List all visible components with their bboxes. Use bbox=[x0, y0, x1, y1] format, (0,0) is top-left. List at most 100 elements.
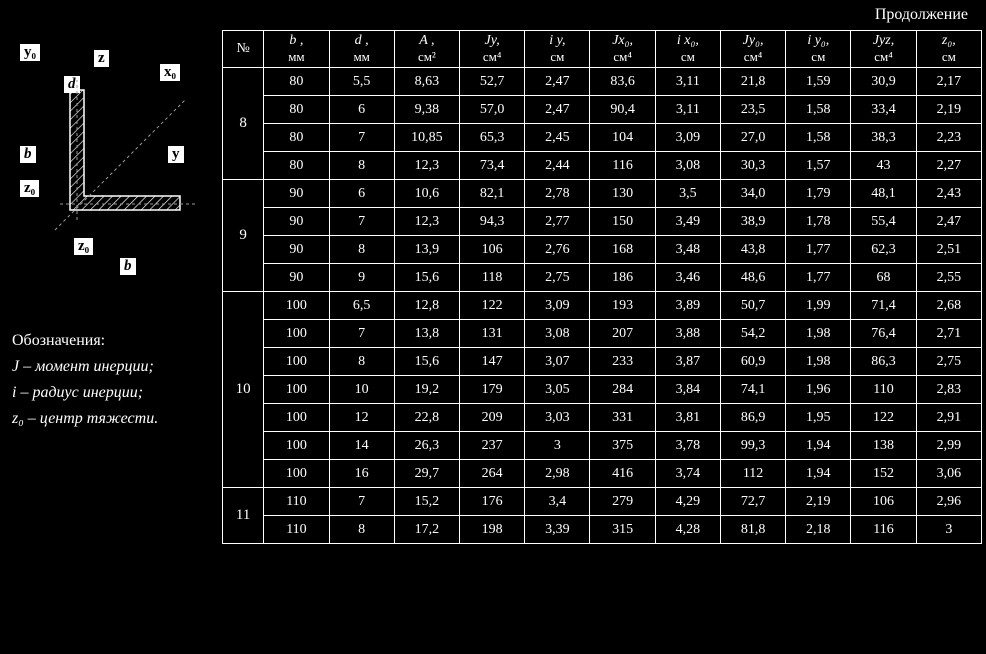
cell-A: 9,38 bbox=[394, 96, 459, 124]
label-z0-left: z₀ bbox=[20, 180, 39, 197]
cell-z0: 2,96 bbox=[916, 488, 981, 516]
cell-Jy0: 27,0 bbox=[720, 124, 785, 152]
cell-b: 100 bbox=[264, 432, 329, 460]
cell-Jyz: 71,4 bbox=[851, 292, 916, 320]
label-z0-bottom: z₀ bbox=[74, 238, 93, 255]
cell-ix0: 3,11 bbox=[655, 96, 720, 124]
cell-z0: 2,75 bbox=[916, 348, 981, 376]
cell-b: 100 bbox=[264, 460, 329, 488]
cell-b: 100 bbox=[264, 404, 329, 432]
cell-d: 6,5 bbox=[329, 292, 394, 320]
cell-Jx0: 233 bbox=[590, 348, 655, 376]
cell-z0: 2,47 bbox=[916, 208, 981, 236]
table-row: 1001222,82093,033313,8186,91,951222,91 bbox=[223, 404, 982, 432]
cell-iy: 2,77 bbox=[525, 208, 590, 236]
cell-Jx0: 90,4 bbox=[590, 96, 655, 124]
cell-iy0: 1,94 bbox=[786, 460, 851, 488]
cell-b: 110 bbox=[264, 488, 329, 516]
table-row: 1001019,21793,052843,8474,11,961102,83 bbox=[223, 376, 982, 404]
cell-d: 6 bbox=[329, 96, 394, 124]
table-row: 80710,8565,32,451043,0927,01,5838,32,23 bbox=[223, 124, 982, 152]
angle-profile-icon bbox=[50, 80, 200, 240]
cell-z0: 3,06 bbox=[916, 460, 981, 488]
notes-line-1: J – момент инерции; bbox=[12, 358, 158, 376]
cell-b: 110 bbox=[264, 516, 329, 544]
cell-Jy: 122 bbox=[460, 292, 525, 320]
cell-z0: 2,43 bbox=[916, 180, 981, 208]
cell-Jy0: 34,0 bbox=[720, 180, 785, 208]
th-ix0: i x₀,см bbox=[655, 31, 720, 68]
th-Jyz: Jyz,см⁴ bbox=[851, 31, 916, 68]
cell-iy0: 1,78 bbox=[786, 208, 851, 236]
cell-z0: 2,91 bbox=[916, 404, 981, 432]
cell-A: 26,3 bbox=[394, 432, 459, 460]
th-Jy: Jy,см⁴ bbox=[460, 31, 525, 68]
label-b-bottom: b bbox=[120, 258, 136, 275]
table-row: 110817,21983,393154,2881,82,181163 bbox=[223, 516, 982, 544]
cell-A: 15,2 bbox=[394, 488, 459, 516]
cell-iy0: 1,58 bbox=[786, 96, 851, 124]
cell-z0: 2,51 bbox=[916, 236, 981, 264]
table-row: 90712,394,32,771503,4938,91,7855,42,47 bbox=[223, 208, 982, 236]
cell-Jx0: 104 bbox=[590, 124, 655, 152]
cell-ix0: 3,87 bbox=[655, 348, 720, 376]
cell-iy0: 2,19 bbox=[786, 488, 851, 516]
cell-iy0: 1,79 bbox=[786, 180, 851, 208]
cell-Jyz: 68 bbox=[851, 264, 916, 292]
cell-A: 12,3 bbox=[394, 152, 459, 180]
cell-Jy: 209 bbox=[460, 404, 525, 432]
cell-Jyz: 43 bbox=[851, 152, 916, 180]
cell-d: 10 bbox=[329, 376, 394, 404]
cell-ix0: 3,11 bbox=[655, 68, 720, 96]
cell-d: 7 bbox=[329, 208, 394, 236]
cell-A: 17,2 bbox=[394, 516, 459, 544]
cell-iy0: 1,57 bbox=[786, 152, 851, 180]
group-number-cell: 8 bbox=[223, 68, 264, 180]
cell-Jx0: 416 bbox=[590, 460, 655, 488]
cell-iy: 2,75 bbox=[525, 264, 590, 292]
cell-b: 90 bbox=[264, 208, 329, 236]
cell-Jyz: 110 bbox=[851, 376, 916, 404]
cell-z0: 3 bbox=[916, 516, 981, 544]
cell-Jx0: 331 bbox=[590, 404, 655, 432]
cell-A: 10,85 bbox=[394, 124, 459, 152]
cell-Jy: 131 bbox=[460, 320, 525, 348]
notes-heading: Обозначения: bbox=[12, 332, 158, 350]
cell-b: 90 bbox=[264, 180, 329, 208]
cell-Jy: 106 bbox=[460, 236, 525, 264]
cell-A: 29,7 bbox=[394, 460, 459, 488]
table-row: 11110715,21763,42794,2972,72,191062,96 bbox=[223, 488, 982, 516]
cell-z0: 2,68 bbox=[916, 292, 981, 320]
cell-ix0: 3,74 bbox=[655, 460, 720, 488]
cell-d: 8 bbox=[329, 236, 394, 264]
cell-ix0: 3,46 bbox=[655, 264, 720, 292]
cell-Jy: 65,3 bbox=[460, 124, 525, 152]
notes-line-2: i – радиус инерции; bbox=[12, 384, 158, 402]
cell-A: 8,63 bbox=[394, 68, 459, 96]
cell-Jy0: 54,2 bbox=[720, 320, 785, 348]
cell-A: 13,9 bbox=[394, 236, 459, 264]
cell-d: 7 bbox=[329, 488, 394, 516]
cell-Jyz: 86,3 bbox=[851, 348, 916, 376]
cell-Jx0: 83,6 bbox=[590, 68, 655, 96]
cell-Jyz: 138 bbox=[851, 432, 916, 460]
table-row: 8805,58,6352,72,4783,63,1121,81,5930,92,… bbox=[223, 68, 982, 96]
cell-Jy0: 72,7 bbox=[720, 488, 785, 516]
continuation-label: Продолжение bbox=[875, 6, 968, 24]
cell-A: 19,2 bbox=[394, 376, 459, 404]
cell-z0: 2,23 bbox=[916, 124, 981, 152]
cell-ix0: 3,89 bbox=[655, 292, 720, 320]
cell-d: 12 bbox=[329, 404, 394, 432]
cell-d: 7 bbox=[329, 124, 394, 152]
cell-ix0: 3,49 bbox=[655, 208, 720, 236]
cell-iy: 2,47 bbox=[525, 68, 590, 96]
table-body: 8805,58,6352,72,4783,63,1121,81,5930,92,… bbox=[223, 68, 982, 544]
cell-Jyz: 48,1 bbox=[851, 180, 916, 208]
cell-Jyz: 62,3 bbox=[851, 236, 916, 264]
cell-d: 8 bbox=[329, 152, 394, 180]
cell-b: 100 bbox=[264, 376, 329, 404]
cell-Jy0: 74,1 bbox=[720, 376, 785, 404]
header-row: № b ,мм d ,мм A ,см² Jy,см⁴ i y,см Jx₀,с… bbox=[223, 31, 982, 68]
cell-z0: 2,71 bbox=[916, 320, 981, 348]
cell-b: 80 bbox=[264, 96, 329, 124]
